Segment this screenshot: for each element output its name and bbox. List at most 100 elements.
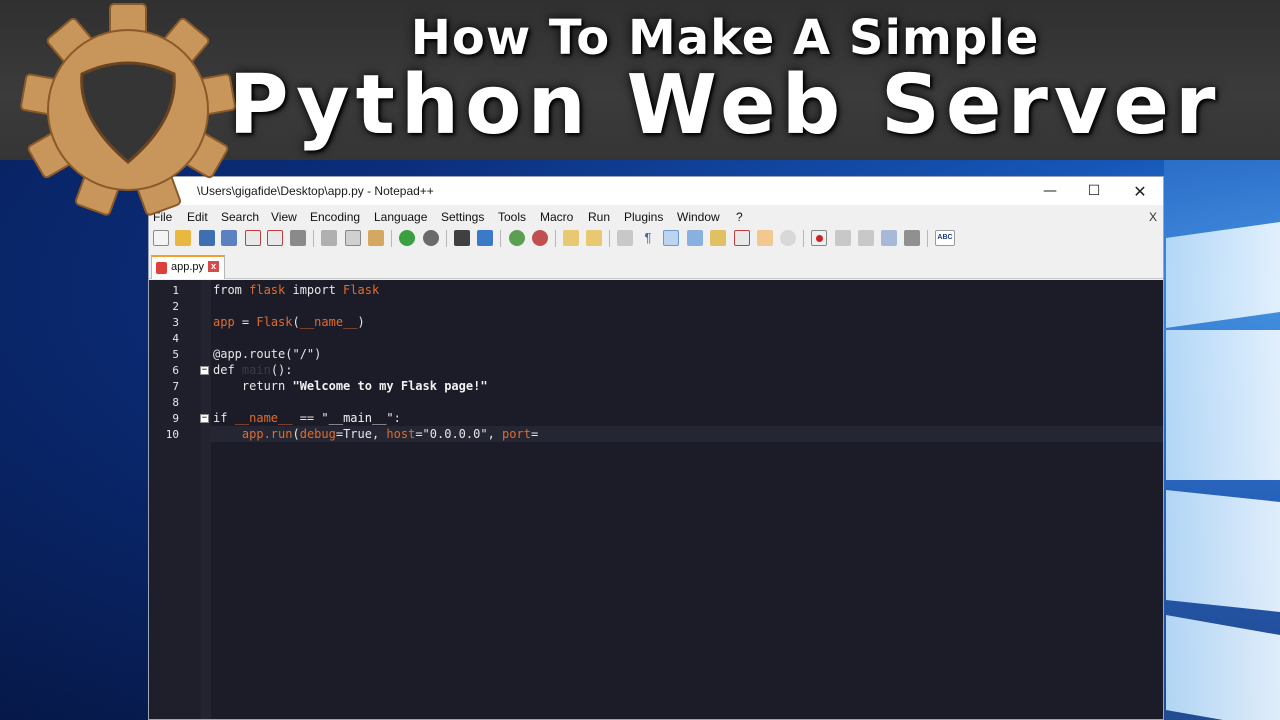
code-token: import xyxy=(285,283,344,297)
undo-icon[interactable] xyxy=(399,230,415,246)
code-token: ( xyxy=(292,315,300,329)
code-token: app.run xyxy=(241,427,293,441)
find-icon[interactable] xyxy=(454,230,470,246)
maximize-button[interactable]: ☐ xyxy=(1071,177,1117,205)
line-number: 5 xyxy=(172,348,179,361)
line-number: 6 xyxy=(172,364,179,377)
line-number: 9 xyxy=(172,412,179,425)
code-line-10: app.run(debug=True, host="0.0.0.0", port… xyxy=(213,427,538,441)
line-number: 7 xyxy=(172,380,179,393)
code-token: "Welcome to my Flask page!" xyxy=(292,379,488,393)
zoom-out-icon[interactable] xyxy=(532,230,548,246)
replace-icon[interactable] xyxy=(477,230,493,246)
tab-close-icon[interactable]: x xyxy=(208,261,219,272)
close-document-button[interactable]: X xyxy=(1149,210,1157,224)
toolbar-separator xyxy=(803,230,804,247)
function-list-icon[interactable] xyxy=(734,230,750,246)
line-number: 10 xyxy=(165,428,179,441)
open-file-icon[interactable] xyxy=(175,230,191,246)
line-number: 2 xyxy=(172,300,179,313)
word-wrap-icon[interactable] xyxy=(617,230,633,246)
toolbar-separator xyxy=(313,230,314,247)
folder-as-workspace-icon[interactable] xyxy=(757,230,773,246)
code-token: (): xyxy=(270,363,293,377)
code-token: ( xyxy=(292,427,300,441)
window-titlebar[interactable]: \Users\gigafide\Desktop\app.py - Notepad… xyxy=(149,177,1163,205)
indent-guide-icon[interactable] xyxy=(663,230,679,246)
toolbar-separator xyxy=(391,230,392,247)
menu-view[interactable]: View xyxy=(271,210,297,224)
code-token: __name__ xyxy=(299,315,358,329)
toolbar-separator xyxy=(555,230,556,247)
fold-collapse-icon[interactable]: − xyxy=(200,366,209,375)
new-file-icon[interactable] xyxy=(153,230,169,246)
toolbar-separator xyxy=(609,230,610,247)
code-line-7: return "Welcome to my Flask page!" xyxy=(213,379,488,393)
close-all-icon[interactable] xyxy=(267,230,283,246)
sync-vertical-icon[interactable] xyxy=(563,230,579,246)
save-macro-icon[interactable] xyxy=(904,230,920,246)
code-line-9: if __name__ == "__main__": xyxy=(213,411,401,425)
run-macro-multiple-icon[interactable] xyxy=(881,230,897,246)
menu-run[interactable]: Run xyxy=(588,210,610,224)
menu-macro[interactable]: Macro xyxy=(540,210,573,224)
code-token: @app.route("/") xyxy=(213,347,322,361)
spell-check-icon[interactable]: ABC xyxy=(935,230,955,246)
close-button[interactable]: ✕ xyxy=(1117,177,1163,205)
code-line-3: app = Flask(__name__) xyxy=(213,315,365,329)
user-defined-language-icon[interactable] xyxy=(687,230,703,246)
code-editor[interactable]: 1 2 3 4 5 6 7 8 9 10 − − from flask impo… xyxy=(149,280,1163,719)
menu-plugins[interactable]: Plugins xyxy=(624,210,663,224)
line-number-gutter xyxy=(149,280,201,719)
save-icon[interactable] xyxy=(199,230,215,246)
cut-icon[interactable] xyxy=(321,230,337,246)
record-macro-icon[interactable] xyxy=(811,230,827,246)
menu-tools[interactable]: Tools xyxy=(498,210,526,224)
menu-encoding[interactable]: Encoding xyxy=(310,210,360,224)
copy-icon[interactable] xyxy=(345,230,361,246)
close-file-icon[interactable] xyxy=(245,230,261,246)
wallpaper-pane xyxy=(1166,221,1280,329)
wallpaper-pane xyxy=(1166,490,1280,612)
document-map-icon[interactable] xyxy=(710,230,726,246)
fold-collapse-icon[interactable]: − xyxy=(200,414,209,423)
code-token: if xyxy=(213,411,235,425)
playback-macro-icon[interactable] xyxy=(858,230,874,246)
menu-language[interactable]: Language xyxy=(374,210,427,224)
code-token: flask xyxy=(249,283,286,297)
menu-settings[interactable]: Settings xyxy=(441,210,484,224)
code-token: host xyxy=(386,427,416,441)
code-token: port xyxy=(502,427,531,441)
line-number: 8 xyxy=(172,396,179,409)
line-number: 4 xyxy=(172,332,179,345)
code-token: return xyxy=(213,379,293,393)
code-line-6: def main(): xyxy=(213,363,293,377)
paste-icon[interactable] xyxy=(368,230,384,246)
line-number: 1 xyxy=(172,284,179,297)
wallpaper-pane xyxy=(1166,330,1280,480)
code-line-1: from flask import Flask xyxy=(213,283,379,297)
code-token: from xyxy=(213,283,250,297)
menu-help[interactable]: ? xyxy=(736,210,743,224)
code-token: = xyxy=(530,427,539,441)
toolbar-separator xyxy=(500,230,501,247)
zoom-in-icon[interactable] xyxy=(509,230,525,246)
code-line-5: @app.route("/") xyxy=(213,347,321,361)
show-all-characters-icon[interactable]: ¶ xyxy=(640,230,656,246)
tab-bar: app.py x xyxy=(149,255,1163,279)
unsaved-file-icon xyxy=(156,262,167,274)
tab-app-py[interactable]: app.py x xyxy=(151,255,225,279)
menu-window[interactable]: Window xyxy=(677,210,720,224)
code-token: debug xyxy=(299,427,336,441)
code-token: ) xyxy=(357,315,365,329)
sync-horizontal-icon[interactable] xyxy=(586,230,602,246)
redo-icon[interactable] xyxy=(423,230,439,246)
monitoring-icon[interactable] xyxy=(780,230,796,246)
code-token: main xyxy=(241,363,271,377)
save-all-icon[interactable] xyxy=(221,230,237,246)
stop-recording-icon[interactable] xyxy=(835,230,851,246)
minimize-button[interactable]: — xyxy=(1027,177,1073,205)
print-icon[interactable] xyxy=(290,230,306,246)
tab-label: app.py xyxy=(171,261,205,273)
